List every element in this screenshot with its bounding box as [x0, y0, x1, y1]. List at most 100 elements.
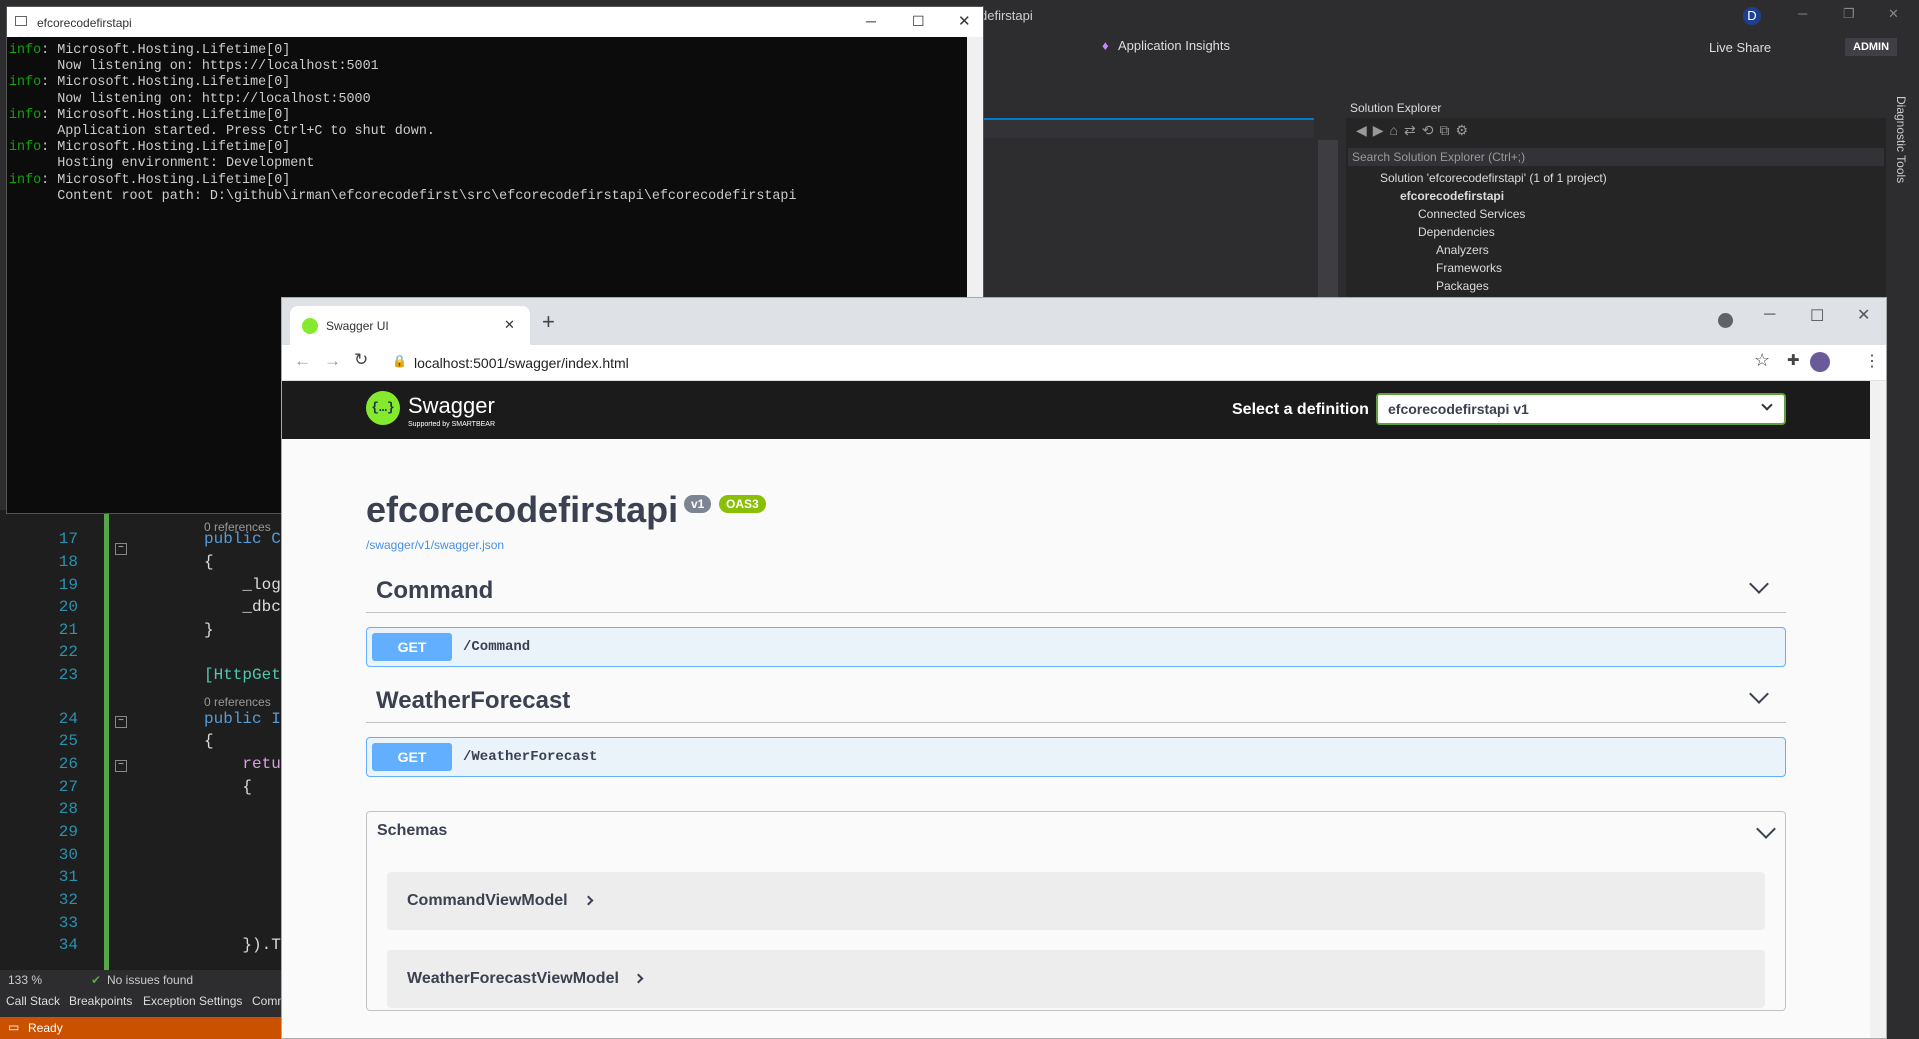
- frameworks-node[interactable]: Frameworks: [1436, 261, 1502, 275]
- chevron-down-icon[interactable]: [1749, 684, 1769, 704]
- close-icon[interactable]: ✕: [1857, 305, 1870, 325]
- fold-toggle-icon[interactable]: −: [115, 543, 127, 555]
- console-line: Now listening on: http://localhost:5000: [9, 92, 967, 108]
- code-line[interactable]: _log: [204, 576, 280, 594]
- forward-icon[interactable]: →: [324, 351, 341, 371]
- code-line[interactable]: public I: [204, 710, 281, 728]
- user-avatar[interactable]: D: [1743, 7, 1761, 25]
- url-text[interactable]: localhost:5001/swagger/index.html: [414, 355, 629, 371]
- diagnostic-tools-tab[interactable]: Diagnostic Tools: [1894, 96, 1908, 183]
- schemas-section[interactable]: Schemas CommandViewModel WeatherForecast…: [366, 811, 1786, 1011]
- definition-label: Select a definition: [1232, 401, 1369, 418]
- editor-scrollbar[interactable]: [1318, 140, 1338, 298]
- issues-status[interactable]: No issues found: [107, 973, 193, 987]
- restore-icon[interactable]: ❐: [1843, 6, 1855, 22]
- definition-value: efcorecodefirstapi v1: [1388, 401, 1529, 417]
- tab-breakpoints[interactable]: Breakpoints: [69, 994, 132, 1008]
- swagger-favicon-icon: [302, 318, 318, 334]
- references-codelens[interactable]: 0 references: [204, 695, 271, 709]
- maximize-icon[interactable]: ☐: [912, 13, 925, 30]
- browser-tab-strip: Swagger UI ✕ + ─ ☐ ✕: [282, 298, 1886, 345]
- tab-exception-settings[interactable]: Exception Settings: [143, 994, 242, 1008]
- operation-get-weatherforecast[interactable]: GET /WeatherForecast: [366, 737, 1786, 777]
- console-line: info: Microsoft.Hosting.Lifetime[0]: [9, 75, 967, 91]
- browser-window[interactable]: Swagger UI ✕ + ─ ☐ ✕ ← → ↻ 🔒 localhost:5…: [281, 297, 1887, 1039]
- operation-get-command[interactable]: GET /Command: [366, 627, 1786, 667]
- chevron-right-icon: [633, 973, 644, 984]
- live-share-button[interactable]: Live Share: [1709, 40, 1771, 55]
- log-level: info: [9, 43, 42, 58]
- schema-model-command[interactable]: CommandViewModel: [387, 872, 1765, 930]
- dependencies-node[interactable]: Dependencies: [1418, 225, 1495, 239]
- oas-badge: OAS3: [719, 495, 766, 513]
- packages-node[interactable]: Packages: [1436, 279, 1489, 293]
- definition-select[interactable]: efcorecodefirstapi v1: [1376, 393, 1786, 425]
- code-editor[interactable]: 0 references 0 references − − − 17 public…: [0, 510, 282, 970]
- console-title-bar[interactable]: efcorecodefirstapi ─ ☐ ✕: [7, 7, 983, 37]
- log-message: : Microsoft.Hosting.Lifetime[0]: [41, 107, 291, 123]
- tab-call-stack[interactable]: Call Stack: [6, 994, 60, 1008]
- minimize-icon[interactable]: ─: [1764, 306, 1775, 324]
- line-number: 34: [58, 936, 78, 954]
- code-line[interactable]: }).T: [204, 936, 280, 954]
- tag-section-command[interactable]: Command: [366, 567, 1786, 613]
- code-line[interactable]: }: [204, 621, 214, 639]
- swagger-logo-text[interactable]: Swagger: [408, 393, 495, 419]
- log-message: Now listening on: http://localhost:5000: [9, 91, 371, 107]
- spec-link[interactable]: /swagger/v1/swagger.json: [366, 538, 504, 552]
- tag-section-weatherforecast[interactable]: WeatherForecast: [366, 677, 1786, 723]
- code-line[interactable]: {: [204, 732, 214, 750]
- fold-toggle-icon[interactable]: −: [115, 760, 127, 772]
- schema-model-weatherforecast[interactable]: WeatherForecastViewModel: [387, 950, 1765, 1008]
- solution-toolbar-icons[interactable]: ◀▶⌂⇄⟲⧉⚙: [1356, 122, 1474, 139]
- tab-search-icon[interactable]: [1718, 313, 1733, 328]
- maximize-icon[interactable]: ☐: [1810, 306, 1824, 326]
- code-line[interactable]: {: [204, 553, 214, 571]
- chevron-down-icon[interactable]: [1756, 819, 1776, 839]
- project-node[interactable]: efcorecodefirstapi: [1400, 189, 1504, 203]
- console-line: info: Microsoft.Hosting.Lifetime[0]: [9, 43, 967, 59]
- reload-icon[interactable]: ↻: [354, 350, 368, 370]
- new-tab-icon[interactable]: +: [542, 309, 555, 335]
- page-scrollbar[interactable]: [1870, 381, 1886, 1038]
- log-message: Application started. Press Ctrl+C to shu…: [9, 124, 435, 140]
- solution-search-input[interactable]: Search Solution Explorer (Ctrl+;): [1348, 148, 1884, 166]
- admin-badge[interactable]: ADMIN: [1845, 38, 1898, 56]
- fold-toggle-icon[interactable]: −: [115, 716, 127, 728]
- back-icon[interactable]: ←: [294, 351, 311, 371]
- solution-node[interactable]: Solution 'efcorecodefirstapi' (1 of 1 pr…: [1380, 171, 1607, 185]
- connected-services-node[interactable]: Connected Services: [1418, 207, 1525, 221]
- log-message: : Microsoft.Hosting.Lifetime[0]: [41, 43, 291, 58]
- console-line: Hosting environment: Development: [9, 156, 967, 172]
- tag-name: WeatherForecast: [376, 687, 571, 714]
- bookmark-star-icon[interactable]: ☆: [1754, 350, 1770, 371]
- vs-toolbar: ♦ Application Insights Live Share ADMIN: [980, 32, 1919, 92]
- close-icon[interactable]: ✕: [958, 12, 971, 30]
- code-line[interactable]: [HttpGet: [204, 666, 281, 684]
- profile-avatar[interactable]: [1810, 352, 1830, 372]
- code-line[interactable]: _dbc: [204, 598, 280, 616]
- vs-editor-dropdown[interactable]: [984, 118, 1314, 138]
- analyzers-node[interactable]: Analyzers: [1436, 243, 1489, 257]
- log-message: Now listening on: https://localhost:5001: [9, 59, 379, 75]
- lightbulb-icon: ♦: [1102, 38, 1109, 53]
- menu-kebab-icon[interactable]: ⋮: [1864, 351, 1880, 371]
- minimize-icon[interactable]: ─: [1798, 6, 1807, 21]
- tab-title: Swagger UI: [326, 319, 389, 333]
- tab-close-icon[interactable]: ✕: [504, 317, 515, 333]
- zoom-level[interactable]: 133 %: [8, 973, 42, 987]
- code-line[interactable]: {: [204, 778, 252, 796]
- code-line[interactable]: public C: [204, 530, 281, 548]
- close-icon[interactable]: ✕: [1888, 6, 1899, 22]
- log-level: info: [9, 172, 42, 188]
- swagger-logo-icon[interactable]: {…}: [366, 391, 400, 425]
- code-line[interactable]: retu: [204, 755, 280, 773]
- browser-tab-swagger[interactable]: Swagger UI ✕: [290, 306, 530, 345]
- minimize-icon[interactable]: ─: [866, 13, 876, 29]
- line-number: 19: [58, 576, 78, 594]
- chevron-down-icon[interactable]: [1749, 574, 1769, 594]
- method-badge: GET: [372, 743, 452, 771]
- extensions-icon[interactable]: ✚: [1787, 351, 1800, 369]
- app-insights-button[interactable]: Application Insights: [1118, 38, 1230, 53]
- address-bar[interactable]: 🔒 localhost:5001/swagger/index.html: [392, 349, 1792, 377]
